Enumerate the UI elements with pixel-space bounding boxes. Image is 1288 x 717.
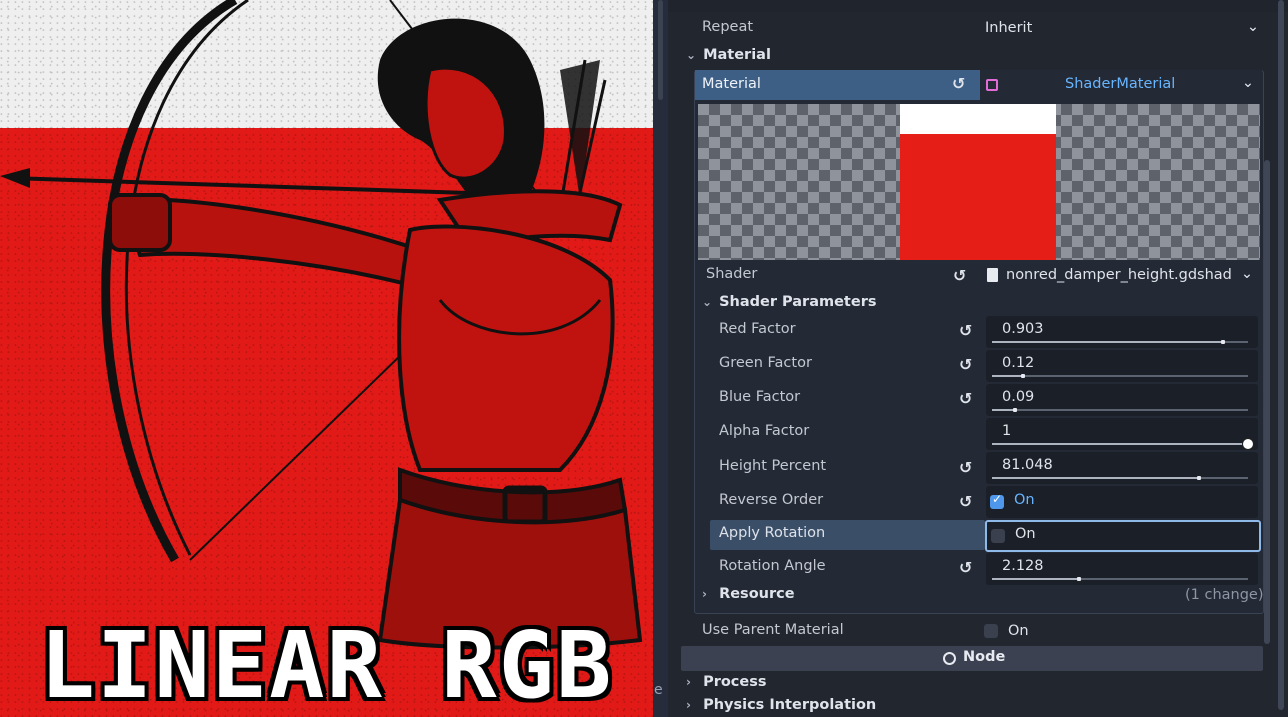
split-divider[interactable]: e [653,0,668,717]
shader-material-icon [986,79,998,91]
revert-icon[interactable]: ↺ [959,321,972,340]
file-icon [987,268,998,282]
green-factor-slider[interactable]: 0.12 [986,350,1258,382]
node-circle-icon [943,652,956,665]
inspector-panel: Repeat Inherit ⌄ ⌄ Material Material ↺ S… [668,0,1288,717]
green-factor-label: Green Factor [719,355,812,371]
alpha-factor-label: Alpha Factor [719,423,810,439]
checkmark-icon: ✓ [992,492,1003,506]
checkbox-unchecked[interactable] [984,624,998,638]
chevron-down-icon: ⌄ [702,295,713,309]
top-strip [668,0,1288,12]
slider-knob[interactable] [1077,577,1081,581]
red-factor-value: 0.903 [1002,321,1044,337]
alpha-factor-value: 1 [1002,423,1012,439]
material-preview [698,104,1260,260]
checkbox-checked[interactable]: ✓ [990,492,1004,509]
material-label: Material [702,76,761,92]
reverse-order-label: Reverse Order [719,492,824,508]
preview-white-band [900,104,1056,134]
chevron-right-icon: › [686,675,691,689]
viewport-canvas[interactable]: LINEAR RGB [0,0,653,717]
revert-icon[interactable]: ↺ [953,266,966,285]
apply-rotation-toggle[interactable]: On [985,520,1261,552]
use-parent-material-label: Use Parent Material [702,622,844,638]
chevron-down-icon: ⌄ [1246,19,1259,35]
divider-grip[interactable] [658,0,663,100]
shader-picker[interactable]: nonred_damper_height.gdshad ⌄ [979,261,1261,291]
revert-icon[interactable]: ↺ [959,355,972,374]
slider-track [992,409,1248,411]
repeat-value: Inherit [985,20,1033,36]
use-parent-material-toggle[interactable]: On [984,616,1256,646]
chevron-down-icon: ⌄ [1240,266,1253,282]
resource-label: Resource [719,586,795,602]
slider-fill [992,341,1223,343]
apply-rotation-value: On [1015,526,1036,542]
slider-knob[interactable] [1013,408,1017,412]
slider-fill [992,375,1023,377]
use-parent-material-value: On [1008,623,1029,639]
height-percent-slider[interactable]: 81.048 [986,452,1258,484]
height-percent-value: 81.048 [1002,457,1053,473]
material-section-label: Material [703,47,771,63]
archer-illustration [0,0,643,650]
physics-interpolation-header[interactable]: › Physics Interpolation [686,697,876,713]
checkbox-unchecked[interactable] [991,529,1005,543]
edge-char: e [654,682,663,698]
height-percent-label: Height Percent [719,458,827,474]
rotation-angle-slider[interactable]: 2.128 [986,553,1258,585]
slider-knob[interactable] [1197,476,1201,480]
blue-factor-slider[interactable]: 0.09 [986,384,1258,416]
slider-grabber[interactable] [1242,438,1254,450]
chevron-down-icon[interactable]: ⌄ [1242,75,1254,91]
outer-scrollbar[interactable] [1278,0,1284,710]
alpha-factor-slider[interactable]: 1 [986,418,1258,450]
reverse-order-toggle[interactable]: ✓ On [986,486,1258,518]
inner-scrollbar[interactable] [1264,160,1270,644]
material-row-selected[interactable]: Material ↺ [695,70,980,100]
red-factor-label: Red Factor [719,321,796,337]
revert-icon[interactable]: ↺ [952,74,965,93]
shader-parameters-header[interactable]: ⌄ Shader Parameters [702,294,876,310]
process-label: Process [703,674,767,690]
repeat-label: Repeat [702,19,754,35]
node-label: Node [963,649,1006,665]
blue-factor-label: Blue Factor [719,389,801,405]
slider-fill [992,443,1248,445]
node-category-bar: Node [681,646,1263,671]
resource-header[interactable]: › Resource [702,586,795,602]
shader-label: Shader [706,266,758,282]
revert-icon[interactable]: ↺ [959,389,972,408]
slider-fill [992,477,1199,479]
resource-changes: (1 change) [1185,587,1264,603]
red-factor-slider[interactable]: 0.903 [986,316,1258,348]
apply-rotation-label: Apply Rotation [719,525,826,541]
shader-parameters-label: Shader Parameters [719,294,877,310]
slider-fill [992,578,1079,580]
physics-interpolation-label: Physics Interpolation [703,697,877,713]
chevron-right-icon: › [686,698,691,712]
material-resource-picker[interactable]: ShaderMaterial ⌄ [980,70,1262,100]
canvas-title: LINEAR RGB [39,612,614,717]
process-header[interactable]: › Process [686,674,767,690]
revert-icon[interactable]: ↺ [959,558,972,577]
chevron-right-icon: › [702,587,707,601]
revert-icon[interactable]: ↺ [959,458,972,477]
reverse-order-value: On [1014,492,1035,508]
slider-knob[interactable] [1221,340,1225,344]
rotation-angle-value: 2.128 [1002,558,1044,574]
green-factor-value: 0.12 [1002,355,1035,371]
slider-knob[interactable] [1021,374,1025,378]
chevron-down-icon: ⌄ [686,48,697,62]
rotation-angle-label: Rotation Angle [719,558,826,574]
blue-factor-value: 0.09 [1002,389,1035,405]
material-section-header[interactable]: ⌄ Material [686,47,771,63]
shader-value: nonred_damper_height.gdshad [1006,267,1232,283]
material-value: ShaderMaterial [1065,76,1176,92]
repeat-dropdown[interactable]: Inherit ⌄ [977,14,1263,44]
revert-icon[interactable]: ↺ [959,492,972,511]
slider-track [992,375,1248,377]
slider-fill [992,409,1015,411]
